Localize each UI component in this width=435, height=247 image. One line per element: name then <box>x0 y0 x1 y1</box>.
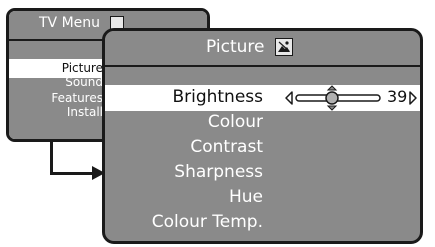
tv-menu-item-install[interactable]: Install <box>67 105 103 119</box>
menu-item-colour[interactable]: Colour <box>208 112 263 132</box>
menu-item-sharpness[interactable]: Sharpness <box>174 162 263 182</box>
tv-menu-item-sound[interactable]: Sound <box>65 75 103 89</box>
picture-icon <box>275 38 293 56</box>
tv-menu-title: TV Menu <box>39 15 101 31</box>
connector-line-vertical <box>50 141 53 175</box>
picture-menu-title: Picture <box>206 37 265 57</box>
tv-menu-item-picture[interactable]: Picture <box>62 61 103 75</box>
menu-item-hue[interactable]: Hue <box>229 187 263 207</box>
menu-item-colour-temp[interactable]: Colour Temp. <box>152 212 263 232</box>
slider-right-arrow-icon <box>409 91 417 105</box>
connector-line-horizontal <box>50 172 94 175</box>
menu-item-contrast[interactable]: Contrast <box>190 137 263 157</box>
slider-track <box>285 85 381 111</box>
picture-menu-titlebar: Picture <box>105 31 420 67</box>
tv-menu-item-features[interactable]: Features <box>51 91 103 105</box>
slider-knob-icon <box>325 85 339 111</box>
slider-left-arrow-icon <box>285 91 293 105</box>
menu-item-brightness[interactable]: Brightness <box>172 87 263 107</box>
brightness-slider[interactable]: 39 <box>284 84 418 112</box>
picture-menu-panel: Picture Brightness Colour Contrast Sharp… <box>102 28 423 244</box>
